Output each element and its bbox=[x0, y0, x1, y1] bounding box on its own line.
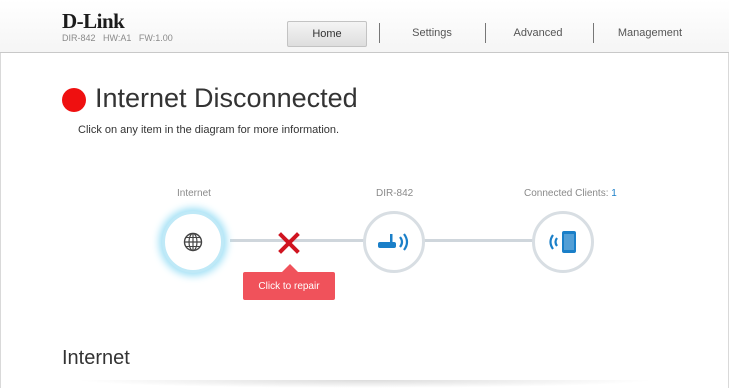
clients-node[interactable] bbox=[532, 211, 594, 273]
nav-divider bbox=[379, 23, 380, 43]
status-indicator bbox=[62, 88, 86, 112]
clients-label-text: Connected Clients: bbox=[524, 188, 609, 199]
globe-icon bbox=[183, 232, 203, 252]
main-nav: Home Settings Advanced Management bbox=[0, 21, 729, 47]
nav-divider bbox=[593, 23, 594, 43]
repair-tooltip-arrow bbox=[282, 264, 298, 272]
nav-home[interactable]: Home bbox=[287, 21, 367, 47]
router-icon bbox=[378, 233, 409, 251]
page-title: Internet Disconnected bbox=[95, 83, 358, 113]
clients-node-label: Connected Clients: 1 bbox=[524, 188, 617, 199]
top-header: D-Link DIR-842 HW:A1 FW:1.00 Home Settin… bbox=[0, 0, 729, 53]
disconnect-x-icon[interactable] bbox=[276, 230, 302, 256]
section-divider bbox=[75, 380, 655, 388]
nav-advanced[interactable]: Advanced bbox=[502, 21, 574, 45]
nav-divider bbox=[485, 23, 486, 43]
internet-node-label: Internet bbox=[177, 188, 211, 199]
section-heading: Internet bbox=[62, 347, 130, 369]
diagram-hint: Click on any item in the diagram for mor… bbox=[78, 124, 340, 136]
router-node[interactable] bbox=[363, 211, 425, 273]
internet-node[interactable] bbox=[162, 211, 224, 273]
router-clients-link bbox=[422, 239, 534, 242]
page-frame bbox=[0, 0, 729, 388]
mobile-device-icon bbox=[549, 231, 576, 253]
nav-management[interactable]: Management bbox=[607, 21, 693, 45]
nav-settings[interactable]: Settings bbox=[396, 21, 468, 45]
click-to-repair-button[interactable]: Click to repair bbox=[243, 272, 335, 300]
router-node-label: DIR-842 bbox=[376, 188, 414, 199]
clients-count: 1 bbox=[611, 188, 617, 199]
